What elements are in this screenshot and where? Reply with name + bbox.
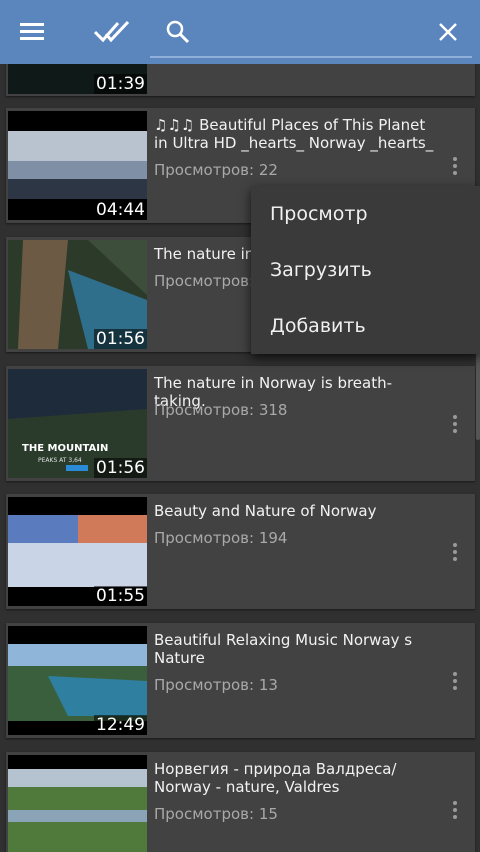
video-thumbnail[interactable]: 01:55 [8,497,147,606]
video-card[interactable]: 01:55 Beauty and Nature of Norway Просмо… [6,494,475,609]
video-title: ♫♫♫ Beautiful Places of This Planet in U… [154,116,434,152]
video-views: Просмотров15 [154,805,278,823]
video-duration: 04:44 [94,200,147,220]
double-check-icon[interactable] [80,0,144,64]
video-card[interactable]: THE MOUNTAIN PEAKS AT 3,64 01:56 The nat… [6,366,475,481]
thumb-overlay-title: THE MOUNTAIN [22,443,108,454]
more-options-icon[interactable] [445,537,465,567]
video-views: Просмотров13 [154,676,278,694]
more-options-icon[interactable] [445,795,465,825]
video-duration: 12:49 [94,715,147,735]
more-options-icon[interactable] [445,151,465,181]
menu-item-add[interactable]: Добавить [251,298,480,354]
video-card[interactable]: Норвегия - природа Валдреса/ Norway - na… [6,752,475,852]
video-views: Просмотров194 [154,529,287,547]
video-views: Просмотров22 [154,161,278,179]
video-thumbnail[interactable]: 04:44 [8,111,147,220]
hamburger-icon[interactable] [0,0,64,64]
context-menu: Просмотр Загрузить Добавить [251,186,480,354]
thumb-overlay-subtitle: PEAKS AT 3,64 [38,457,82,464]
video-thumbnail[interactable]: 12:49 [8,626,147,735]
close-icon[interactable] [416,0,480,64]
video-views: Просмотров [154,272,254,290]
search-icon[interactable] [146,0,210,64]
video-thumbnail[interactable]: 01:56 [8,240,147,349]
more-options-icon[interactable] [445,666,465,696]
video-thumbnail[interactable] [8,755,147,852]
more-options-icon[interactable] [445,409,465,439]
video-duration: 01:39 [94,74,147,94]
video-title: Норвегия - природа Валдреса/ Norway - na… [154,760,397,796]
menu-item-download[interactable]: Загрузить [251,242,480,298]
video-card[interactable]: 12:49 Beautiful Relaxing Music Norway s … [6,623,475,738]
app-toolbar [0,0,480,64]
video-title: Beauty and Nature of Norway [154,502,377,520]
video-duration: 01:56 [94,458,147,478]
menu-item-view[interactable]: Просмотр [251,186,480,242]
video-thumbnail[interactable]: THE MOUNTAIN PEAKS AT 3,64 01:56 [8,369,147,478]
video-views: Просмотров318 [154,401,287,419]
video-duration: 01:55 [94,586,147,606]
video-title: Beautiful Relaxing Music Norway s Nature [154,631,413,667]
video-duration: 01:56 [94,329,147,349]
